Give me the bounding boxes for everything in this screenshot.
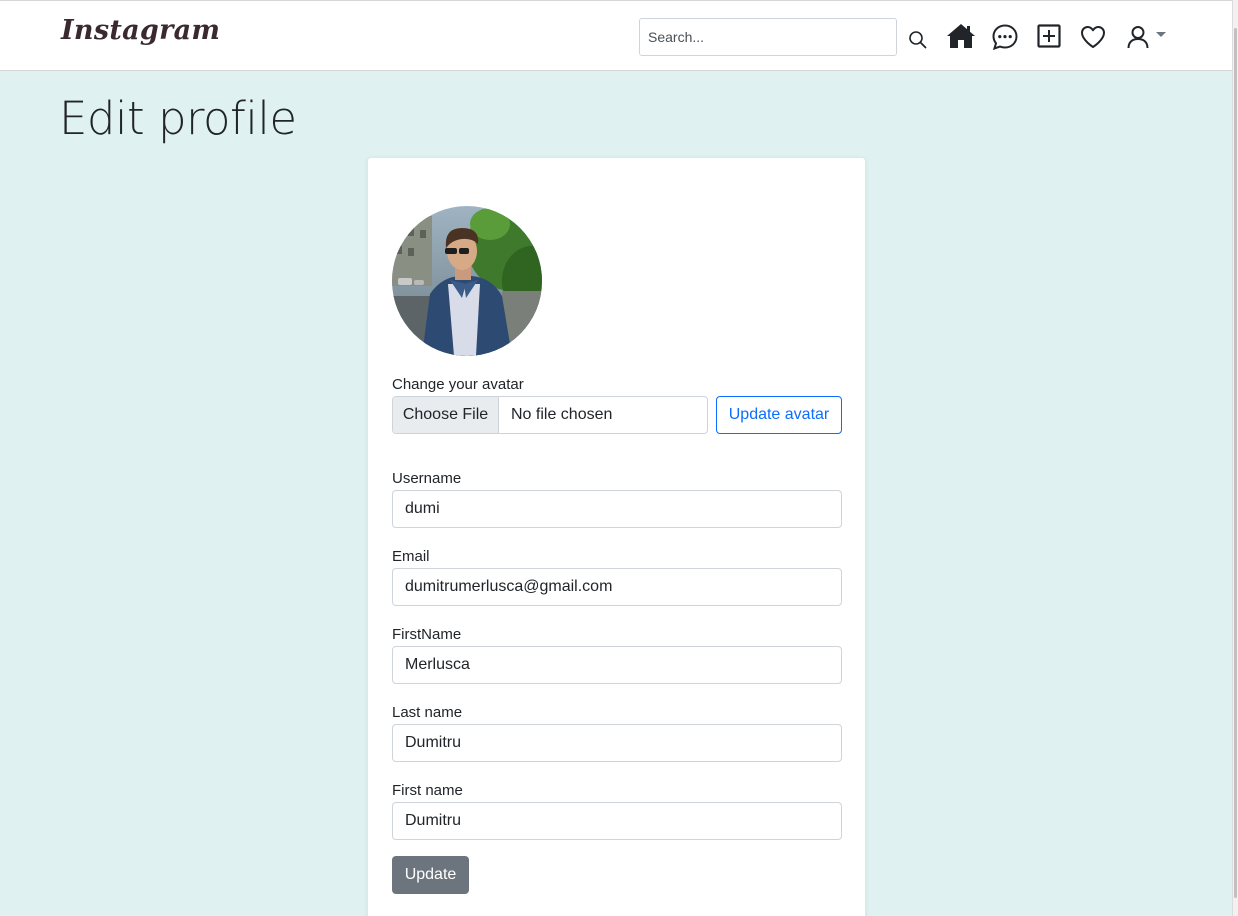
scrollbar-thumb[interactable]: [1234, 28, 1237, 898]
choose-file-button[interactable]: Choose File: [393, 397, 499, 433]
top-navbar: Instagram: [0, 0, 1232, 71]
edit-profile-card: Change your avatar Choose File No file c…: [367, 157, 866, 916]
file-status-text: No file chosen: [511, 406, 613, 423]
email-field[interactable]: [392, 568, 842, 606]
update-avatar-button[interactable]: Update avatar: [716, 396, 842, 434]
messages-icon[interactable]: [991, 23, 1019, 51]
first-name-label: First name: [392, 782, 463, 799]
firstname-field[interactable]: [392, 646, 842, 684]
avatar-file-input[interactable]: Choose File No file chosen: [392, 396, 708, 434]
last-name-field[interactable]: [392, 724, 842, 762]
username-label: Username: [392, 470, 462, 487]
page-title: Edit profile: [59, 92, 297, 145]
update-button[interactable]: Update: [392, 856, 469, 894]
profile-avatar: [392, 206, 542, 356]
last-name-label: Last name: [392, 704, 463, 721]
caret-down-icon[interactable]: [1156, 32, 1166, 38]
first-name-field[interactable]: [392, 802, 842, 840]
page-scrollbar[interactable]: [1232, 0, 1238, 916]
firstname-label: FirstName: [392, 626, 462, 643]
add-post-icon[interactable]: [1037, 24, 1061, 48]
search-icon[interactable]: [908, 30, 927, 49]
email-label: Email: [392, 548, 430, 565]
username-field[interactable]: [392, 490, 842, 528]
brand-logo[interactable]: Instagram: [61, 15, 220, 46]
search-input[interactable]: [639, 18, 897, 56]
user-icon[interactable]: [1126, 25, 1150, 49]
heart-icon[interactable]: [1080, 25, 1106, 49]
home-icon[interactable]: [946, 23, 976, 49]
avatar-label: Change your avatar: [392, 376, 524, 393]
